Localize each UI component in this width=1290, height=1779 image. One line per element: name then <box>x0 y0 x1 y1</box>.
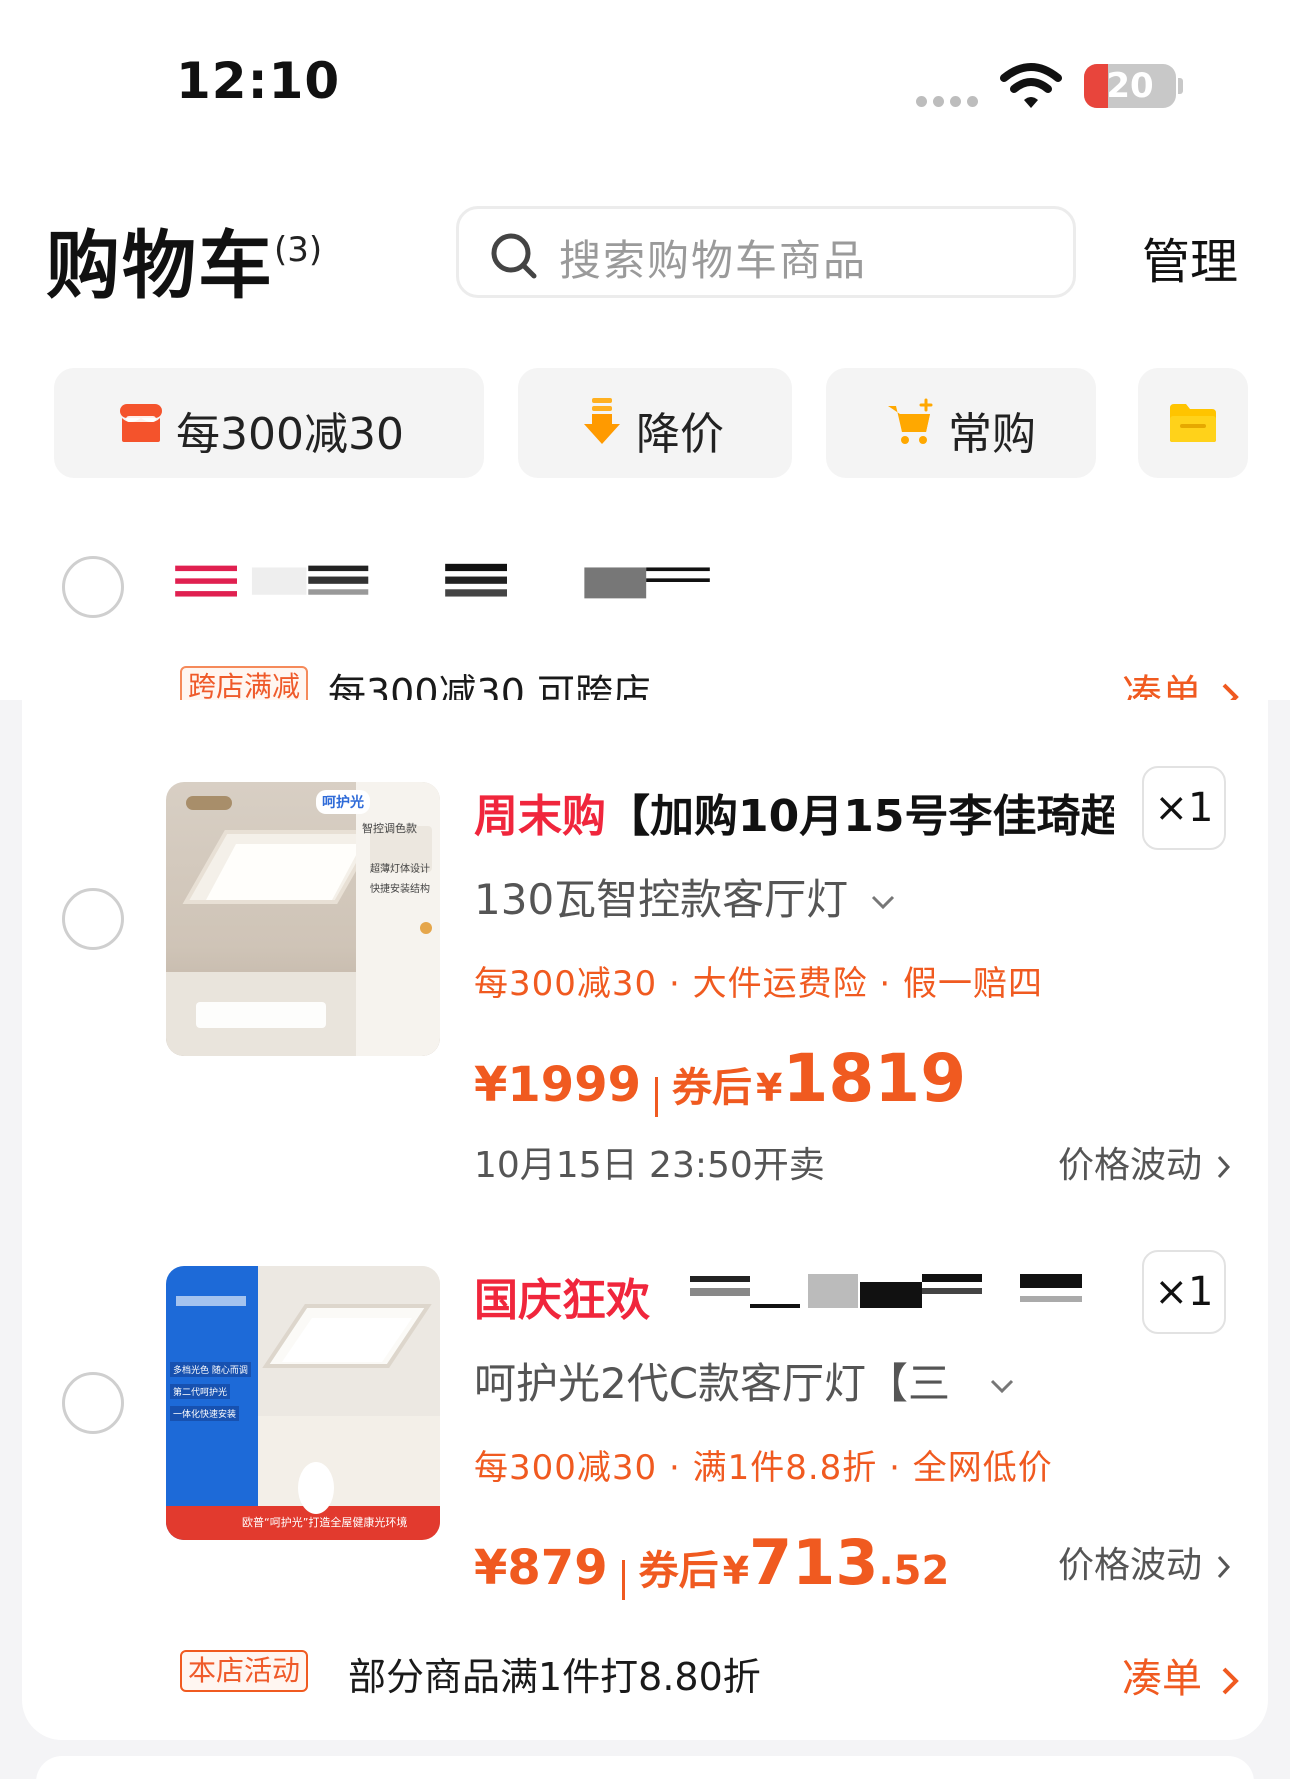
cou-dan-label: 凑单 <box>1122 1656 1202 1702</box>
item-price: ¥1999 券后 ¥1819 <box>474 1040 967 1117</box>
item-select-radio[interactable] <box>62 1372 124 1434</box>
battery-icon: 20 <box>1084 64 1176 108</box>
item-price: ¥879 券后 ¥713.52 <box>474 1526 950 1600</box>
manage-button[interactable]: 管理 <box>1142 222 1238 292</box>
sku-label: 130瓦智控款客厅灯 <box>474 875 849 924</box>
chevron-down-icon <box>871 895 894 909</box>
after-coupon-label: 券后 <box>638 1548 719 1594</box>
thumb-label: 智控调色款 <box>362 822 417 835</box>
item-perks: 每300减30 · 大件运费险 · 假一赔四 <box>474 964 1044 1004</box>
item-perks: 每300减30 · 满1件8.8折 · 全网低价 <box>474 1448 1053 1488</box>
sku-selector[interactable]: 呵护光2代C款客厅灯【三 <box>474 1350 1015 1411</box>
cart-plus-icon <box>888 398 933 444</box>
next-card-edge <box>36 1756 1254 1779</box>
wifi-icon <box>1000 63 1062 108</box>
sku-selector[interactable]: 130瓦智控款客厅灯 <box>474 866 896 927</box>
page-title: 购物车 <box>46 223 274 309</box>
chip-price-drop-label: 降价 <box>636 409 724 460</box>
after-coupon-decimals: .52 <box>878 1548 950 1594</box>
item-title[interactable]: 周末购【加购10月15号李佳琦超 <box>474 780 1114 844</box>
price-fluctuation-link[interactable]: 价格波动 <box>1058 1536 1231 1588</box>
chip-discount[interactable]: 每300减30 <box>54 368 484 478</box>
chevron-right-icon <box>1218 1155 1231 1179</box>
thumb-label: 第二代呵护光 <box>170 1384 231 1399</box>
cart-count: (3) <box>274 230 323 270</box>
folder-icon <box>1170 404 1216 442</box>
price-drop-icon <box>584 398 620 444</box>
sale-time: 10月15日 23:50开卖 <box>474 1145 825 1186</box>
chip-frequent-label: 常购 <box>948 409 1036 460</box>
chevron-down-icon <box>991 1379 1014 1393</box>
thumb-brand-label: 呵护光 <box>316 790 370 814</box>
item-select-radio[interactable] <box>62 888 124 950</box>
store-activity-tag: 本店活动 <box>180 1650 309 1692</box>
item-promo-tag: 国庆狂欢 <box>474 1275 650 1326</box>
cou-dan-link-bottom[interactable]: 凑单 <box>1122 1646 1239 1704</box>
chip-frequent[interactable]: 常购 <box>826 368 1096 478</box>
thumb-label: 超薄灯体设计 <box>370 864 430 875</box>
chip-price-drop[interactable]: 降价 <box>518 368 792 478</box>
chip-folder[interactable] <box>1138 368 1248 478</box>
shop-select-radio[interactable] <box>62 556 124 618</box>
after-coupon-label: 券后 <box>672 1065 752 1111</box>
product-thumbnail[interactable]: 多档光色 随心而调 第二代呵护光 一体化快速安装 欧普“呵护光”打造全屋健康光环… <box>166 1266 440 1540</box>
cellular-signal-icon <box>916 96 982 108</box>
status-time: 12:10 <box>176 52 341 110</box>
thumb-label: 一体化快速安装 <box>170 1406 240 1421</box>
thumb-label: 多档光色 随心而调 <box>170 1362 251 1377</box>
thumb-label: 快捷安装结构 <box>370 884 430 895</box>
original-price: ¥1999 <box>474 1057 641 1113</box>
shop-icon <box>120 404 162 442</box>
store-activity-text: 部分商品满1件打8.80折 <box>348 1655 761 1699</box>
battery-level: 20 <box>1106 66 1154 106</box>
chip-discount-label: 每300减30 <box>176 409 404 460</box>
search-input[interactable]: 搜索购物车商品 <box>456 206 1076 298</box>
quantity-stepper[interactable]: ×1 <box>1142 766 1226 850</box>
chevron-right-icon <box>1222 1667 1239 1695</box>
price-fluctuation-link[interactable]: 价格波动 <box>1058 1136 1231 1188</box>
battery-tip <box>1178 78 1183 94</box>
quantity-stepper[interactable]: ×1 <box>1142 1250 1226 1334</box>
search-placeholder: 搜索购物车商品 <box>559 236 868 285</box>
search-icon <box>491 233 537 279</box>
sku-label: 呵护光2代C款客厅灯【三 <box>474 1359 951 1408</box>
item-promo-tag: 周末购 <box>474 791 606 842</box>
chevron-right-icon <box>1218 1555 1231 1579</box>
item-title-text: 【加购10月15号李佳琦超 <box>606 791 1114 842</box>
after-coupon-price: 1819 <box>782 1040 967 1117</box>
thumb-banner: 欧普“呵护光”打造全屋健康光环境 <box>242 1516 408 1529</box>
product-thumbnail[interactable]: 呵护光 智控调色款 超薄灯体设计 快捷安装结构 <box>166 782 440 1056</box>
original-price: ¥879 <box>474 1540 608 1596</box>
after-coupon-price: 713 <box>749 1526 879 1599</box>
